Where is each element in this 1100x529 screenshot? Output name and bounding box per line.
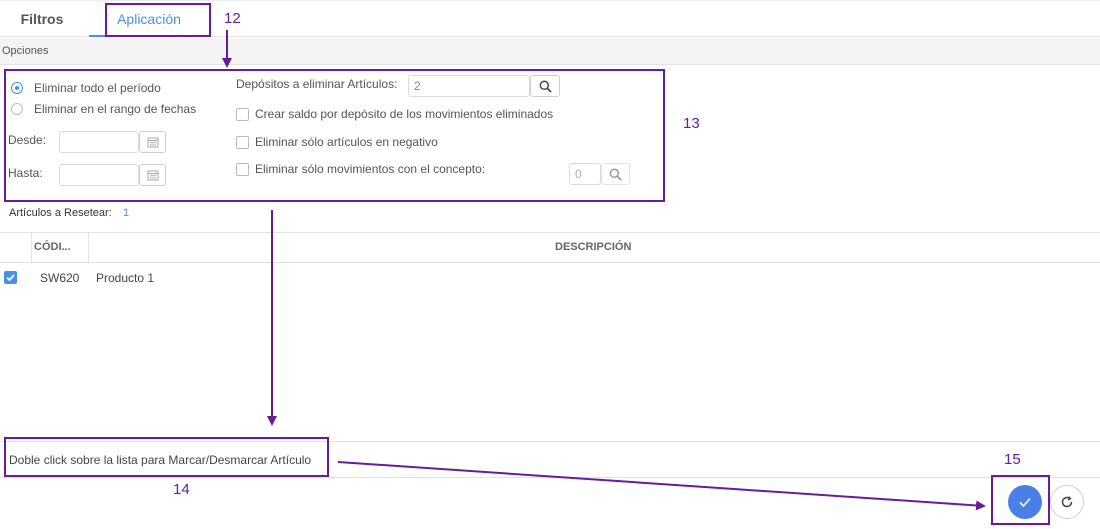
arrow-14-15 [337, 461, 986, 511]
annotation-arrows [222, 30, 986, 511]
